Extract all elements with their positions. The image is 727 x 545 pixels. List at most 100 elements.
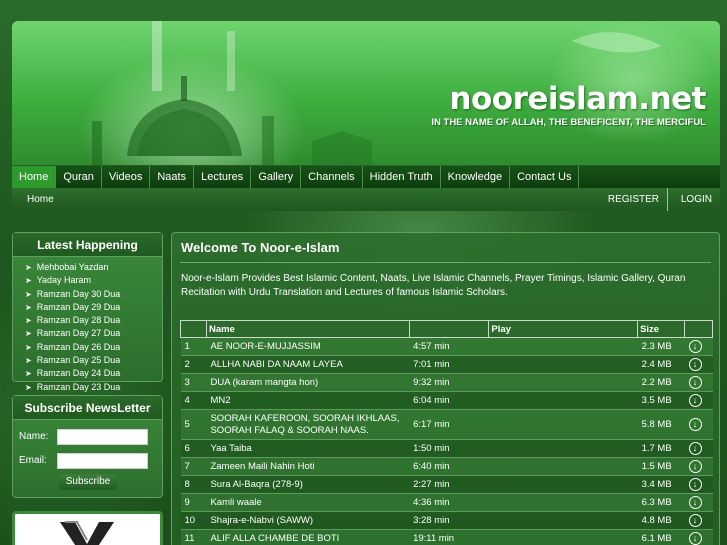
list-item[interactable]: ➤ Ramzan Day 25 Dua: [25, 354, 162, 367]
download-cell[interactable]: ↓: [684, 475, 713, 494]
nav-item-gallery[interactable]: Gallery: [251, 166, 302, 188]
nav-item-home[interactable]: Home: [12, 166, 57, 188]
list-item-label: Ramzan Day 30 Dua: [36, 288, 121, 299]
track-name[interactable]: Sura Al-Baqra (278-9): [206, 475, 410, 494]
list-item[interactable]: ➤ Mehbobai Yazdan: [25, 261, 162, 274]
list-item[interactable]: ➤ Ramzan Day 24 Dua: [25, 367, 162, 380]
download-icon[interactable]: ↓: [688, 418, 702, 431]
track-name[interactable]: SOORAH KAFEROON, SOORAH IKHLAAS, SOORAH …: [206, 409, 410, 440]
download-cell[interactable]: ↓: [684, 511, 713, 530]
download-icon[interactable]: ↓: [688, 340, 702, 353]
download-icon[interactable]: ↓: [688, 514, 702, 527]
download-icon[interactable]: ↓: [688, 376, 702, 389]
list-item-label: Yaday Haram: [36, 275, 92, 286]
nav-item-lectures[interactable]: Lectures: [194, 166, 252, 188]
list-item[interactable]: ➤ Ramzan Day 30 Dua: [25, 288, 162, 301]
track-name[interactable]: ALIF ALLA CHAMBE DE BOTI: [206, 529, 410, 545]
download-cell[interactable]: ↓: [684, 529, 713, 545]
row-number: 9: [180, 493, 207, 512]
nav-item-quran[interactable]: Quran: [56, 166, 102, 188]
list-item[interactable]: ➤ Ramzan Day 23 Dua: [25, 381, 162, 394]
table-row[interactable]: 5 SOORAH KAFEROON, SOORAH IKHLAAS, SOORA…: [180, 409, 713, 440]
nav-item-channels[interactable]: Channels: [301, 166, 363, 188]
play-cell[interactable]: [488, 355, 638, 374]
download-icon[interactable]: ↓: [688, 460, 702, 473]
download-cell[interactable]: ↓: [684, 493, 713, 512]
nav-item-contact-us[interactable]: Contact Us: [510, 166, 580, 188]
table-row[interactable]: 10 Shajra-e-Nabvi (SAWW) 3:28 min 4.8 MB…: [180, 511, 713, 530]
track-name[interactable]: AE NOOR-E-MUJJASSIM: [206, 337, 410, 356]
list-item[interactable]: ➤ Ramzan Day 28 Dua: [25, 314, 162, 327]
play-cell[interactable]: [488, 457, 638, 476]
table-row[interactable]: 7 Zameen Maili Nahin Hoti 6:40 min 1.5 M…: [180, 457, 713, 476]
track-name[interactable]: Yaa Taiba: [206, 439, 410, 458]
site-tagline: IN THE NAME OF ALLAH, THE BENEFICENT, TH…: [431, 117, 706, 128]
download-cell[interactable]: ↓: [684, 337, 713, 356]
download-cell[interactable]: ↓: [684, 391, 713, 410]
row-number: 5: [180, 409, 207, 440]
table-row[interactable]: 1 AE NOOR-E-MUJJASSIM 4:57 min 2.3 MB ↓: [180, 337, 713, 356]
arrow-icon: ➤: [25, 356, 32, 366]
track-name[interactable]: ALLHA NABI DA NAAM LAYEA: [206, 355, 410, 374]
subscribe-button[interactable]: Subscribe: [59, 474, 117, 490]
table-row[interactable]: 3 DUA (karam mangta hon) 9:32 min 2.2 MB…: [180, 373, 713, 392]
play-cell[interactable]: [488, 511, 638, 530]
download-icon[interactable]: ↓: [688, 394, 702, 407]
nav-item-hidden-truth[interactable]: Hidden Truth: [363, 166, 441, 188]
play-cell[interactable]: [488, 409, 638, 440]
login-link[interactable]: LOGIN: [681, 188, 712, 211]
download-icon[interactable]: ↓: [688, 442, 702, 455]
site-logo[interactable]: nooreislam.net: [449, 81, 706, 117]
table-row[interactable]: 6 Yaa Taiba 1:50 min 1.7 MB ↓: [180, 439, 713, 458]
list-item[interactable]: ➤ Ramzan Day 27 Dua: [25, 327, 162, 340]
list-item[interactable]: ➤ Yaday Haram: [25, 274, 162, 287]
download-cell[interactable]: ↓: [684, 373, 713, 392]
sidebar-banner[interactable]: [12, 511, 163, 545]
play-cell[interactable]: [488, 391, 638, 410]
play-cell[interactable]: [488, 373, 638, 392]
breadcrumb[interactable]: Home: [27, 194, 54, 205]
nav-item-naats[interactable]: Naats: [150, 166, 195, 188]
newsletter-title: Subscribe NewsLetter: [13, 396, 162, 420]
nav-item-videos[interactable]: Videos: [102, 166, 151, 188]
download-cell[interactable]: ↓: [684, 355, 713, 374]
list-item[interactable]: ➤ Ramzan Day 26 Dua: [25, 341, 162, 354]
email-field[interactable]: [57, 453, 148, 469]
nav-item-knowledge[interactable]: Knowledge: [441, 166, 511, 188]
register-link[interactable]: REGISTER: [600, 188, 668, 211]
download-cell[interactable]: ↓: [684, 409, 713, 440]
list-item-label: Mehbobai Yazdan: [36, 262, 109, 272]
audio-table: Name Play Size 1 AE NOOR-E-MUJJASSIM 4:5…: [180, 320, 713, 545]
track-name[interactable]: MN2: [206, 391, 410, 410]
track-name[interactable]: Zameen Maili Nahin Hoti: [206, 457, 410, 476]
list-item[interactable]: ➤ Ramzan Day 29 Dua: [25, 301, 162, 314]
download-icon[interactable]: ↓: [688, 478, 702, 491]
table-row[interactable]: 2 ALLHA NABI DA NAAM LAYEA 7:01 min 2.4 …: [180, 355, 713, 374]
play-cell[interactable]: [488, 493, 638, 512]
table-row[interactable]: 11 ALIF ALLA CHAMBE DE BOTI 19:11 min 6.…: [180, 529, 713, 545]
name-field[interactable]: [57, 429, 148, 445]
table-row[interactable]: 8 Sura Al-Baqra (278-9) 2:27 min 3.4 MB …: [180, 475, 713, 494]
track-duration: 9:32 min: [409, 373, 489, 392]
list-item-label: Ramzan Day 25 Dua: [36, 355, 121, 366]
table-row[interactable]: 9 Kamli waale 4:36 min 6.3 MB ↓: [180, 493, 713, 512]
play-cell[interactable]: [488, 337, 638, 356]
banner-logo-mark: [60, 521, 114, 545]
column-header-play[interactable]: Play: [488, 320, 639, 338]
download-cell[interactable]: ↓: [684, 439, 713, 458]
track-name[interactable]: Kamli waale: [206, 493, 410, 512]
play-cell[interactable]: [488, 475, 638, 494]
track-name[interactable]: DUA (karam mangta hon): [206, 373, 410, 392]
download-cell[interactable]: ↓: [684, 457, 713, 476]
play-cell[interactable]: [488, 529, 638, 545]
row-number: 6: [180, 439, 207, 458]
download-icon[interactable]: ↓: [688, 358, 702, 371]
list-item-label: Ramzan Day 28 Dua: [36, 315, 121, 326]
column-header-size[interactable]: Size: [637, 320, 685, 338]
download-icon[interactable]: ↓: [688, 532, 702, 545]
track-name[interactable]: Shajra-e-Nabvi (SAWW): [206, 511, 410, 530]
column-header-name[interactable]: Name: [205, 320, 410, 338]
table-row[interactable]: 4 MN2 6:04 min 3.5 MB ↓: [180, 391, 713, 410]
download-icon[interactable]: ↓: [688, 496, 702, 509]
play-cell[interactable]: [488, 439, 638, 458]
